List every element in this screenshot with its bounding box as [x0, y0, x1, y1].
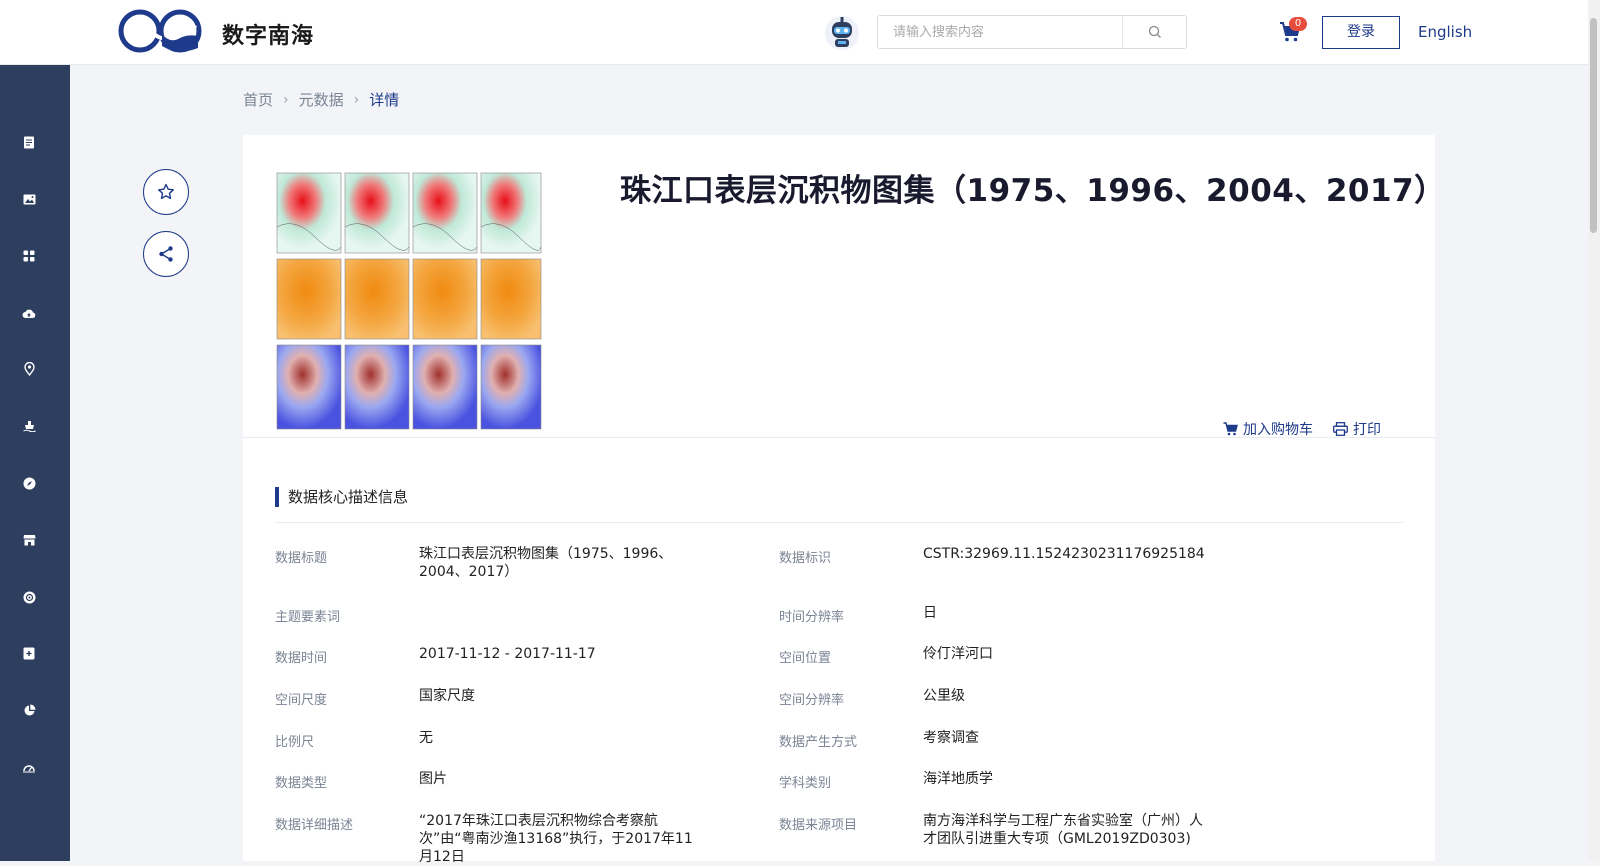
field-label: 数据产生方式 — [779, 735, 858, 750]
globe-icon[interactable] — [22, 590, 36, 604]
field-label: 空间尺度 — [275, 693, 328, 708]
logo-icon[interactable] — [118, 8, 202, 54]
field-label: 时间分辨率 — [779, 610, 845, 625]
dataset-detail-card: 珠江口表层沉积物图集（1975、1996、2004、2017） 加入购物车 打印… — [243, 135, 1445, 865]
printer-icon — [1333, 422, 1348, 436]
document-icon[interactable] — [22, 135, 36, 149]
share-icon — [159, 246, 173, 262]
divider — [275, 522, 1403, 523]
cart-icon — [1223, 422, 1238, 436]
page-scrollbar[interactable] — [1588, 0, 1600, 861]
field-value: 南方海洋科学与工程广东省实验室（广州）人才团队引进重大专项（GML2019ZD0… — [923, 813, 1203, 847]
search-input[interactable] — [878, 16, 1123, 48]
pie-chart-icon[interactable] — [22, 703, 36, 717]
star-icon — [158, 183, 174, 200]
field-label: 数据标识 — [779, 551, 832, 566]
site-name[interactable]: 数字南海 — [222, 18, 314, 50]
add-to-cart-button[interactable]: 加入购物车 — [1223, 419, 1313, 439]
field-value: 公里级 — [923, 688, 965, 704]
field-value: 国家尺度 — [419, 688, 475, 704]
scrollbar-thumb[interactable] — [1590, 18, 1597, 233]
add-to-cart-label: 加入购物车 — [1243, 422, 1313, 438]
ship-icon[interactable] — [22, 419, 36, 433]
field-label: 数据来源项目 — [779, 818, 858, 833]
search-button[interactable] — [1123, 16, 1186, 48]
breadcrumb-metadata-link[interactable]: 元数据 — [299, 89, 344, 110]
field-label: 数据详细描述 — [275, 818, 354, 833]
favorite-button[interactable] — [143, 169, 189, 215]
field-value: 海洋地质学 — [923, 771, 993, 787]
breadcrumb: 首页 › 元数据 › 详情 — [243, 89, 399, 110]
cloud-upload-icon[interactable] — [22, 306, 36, 320]
breadcrumb-home-link[interactable]: 首页 — [243, 89, 273, 110]
chevron-right-icon: › — [283, 91, 289, 108]
field-value: 日 — [923, 605, 937, 621]
field-label: 数据类型 — [275, 776, 328, 791]
field-label: 主题要素词 — [275, 610, 341, 625]
dashboard-icon[interactable] — [22, 760, 36, 774]
field-label: 学科类别 — [779, 776, 832, 791]
print-button[interactable]: 打印 — [1333, 419, 1381, 439]
store-icon[interactable] — [22, 533, 36, 547]
chevron-right-icon: › — [353, 91, 360, 108]
field-value: CSTR:32969.11.1524230231176925184 — [923, 546, 1205, 562]
field-value: 珠江口表层沉积物图集（1975、1996、2004、2017） — [419, 546, 673, 580]
dataset-title: 珠江口表层沉积物图集（1975、1996、2004、2017） — [620, 173, 1446, 209]
field-value: 伶仃洋河口 — [923, 646, 993, 662]
grid-icon[interactable] — [22, 249, 36, 263]
field-value: “2017年珠江口表层沉积物综合考察航次”由“粤南沙渔13168”执行，于201… — [419, 813, 693, 865]
add-box-icon[interactable] — [22, 646, 36, 660]
print-label: 打印 — [1353, 422, 1381, 438]
compass-icon[interactable] — [22, 476, 36, 490]
share-button[interactable] — [143, 231, 189, 277]
field-value: 无 — [419, 730, 433, 746]
location-pin-icon[interactable] — [22, 362, 36, 376]
field-value: 考察调查 — [923, 730, 979, 746]
cart-count-badge: 0 — [1289, 17, 1307, 31]
field-label: 数据标题 — [275, 551, 328, 566]
site-header: 数字南海 0 登录 English — [0, 0, 1600, 65]
dataset-thumbnail[interactable] — [275, 167, 543, 434]
language-switch-link[interactable]: English — [1418, 23, 1472, 41]
breadcrumb-current: 详情 — [369, 91, 400, 109]
divider — [243, 437, 1435, 438]
field-label: 数据时间 — [275, 651, 328, 666]
sidebar — [0, 65, 70, 861]
login-button[interactable]: 登录 — [1322, 16, 1400, 49]
search-icon — [1148, 25, 1161, 38]
search-box — [877, 15, 1187, 49]
field-value: 2017-11-12 - 2017-11-17 — [419, 646, 596, 662]
image-icon[interactable] — [22, 192, 36, 206]
field-value: 图片 — [419, 771, 447, 787]
field-label: 空间位置 — [779, 651, 832, 666]
section-title: 数据核心描述信息 — [275, 487, 408, 507]
field-label: 比例尺 — [275, 735, 315, 750]
field-label: 空间分辨率 — [779, 693, 845, 708]
assistant-robot-icon[interactable] — [823, 14, 861, 52]
